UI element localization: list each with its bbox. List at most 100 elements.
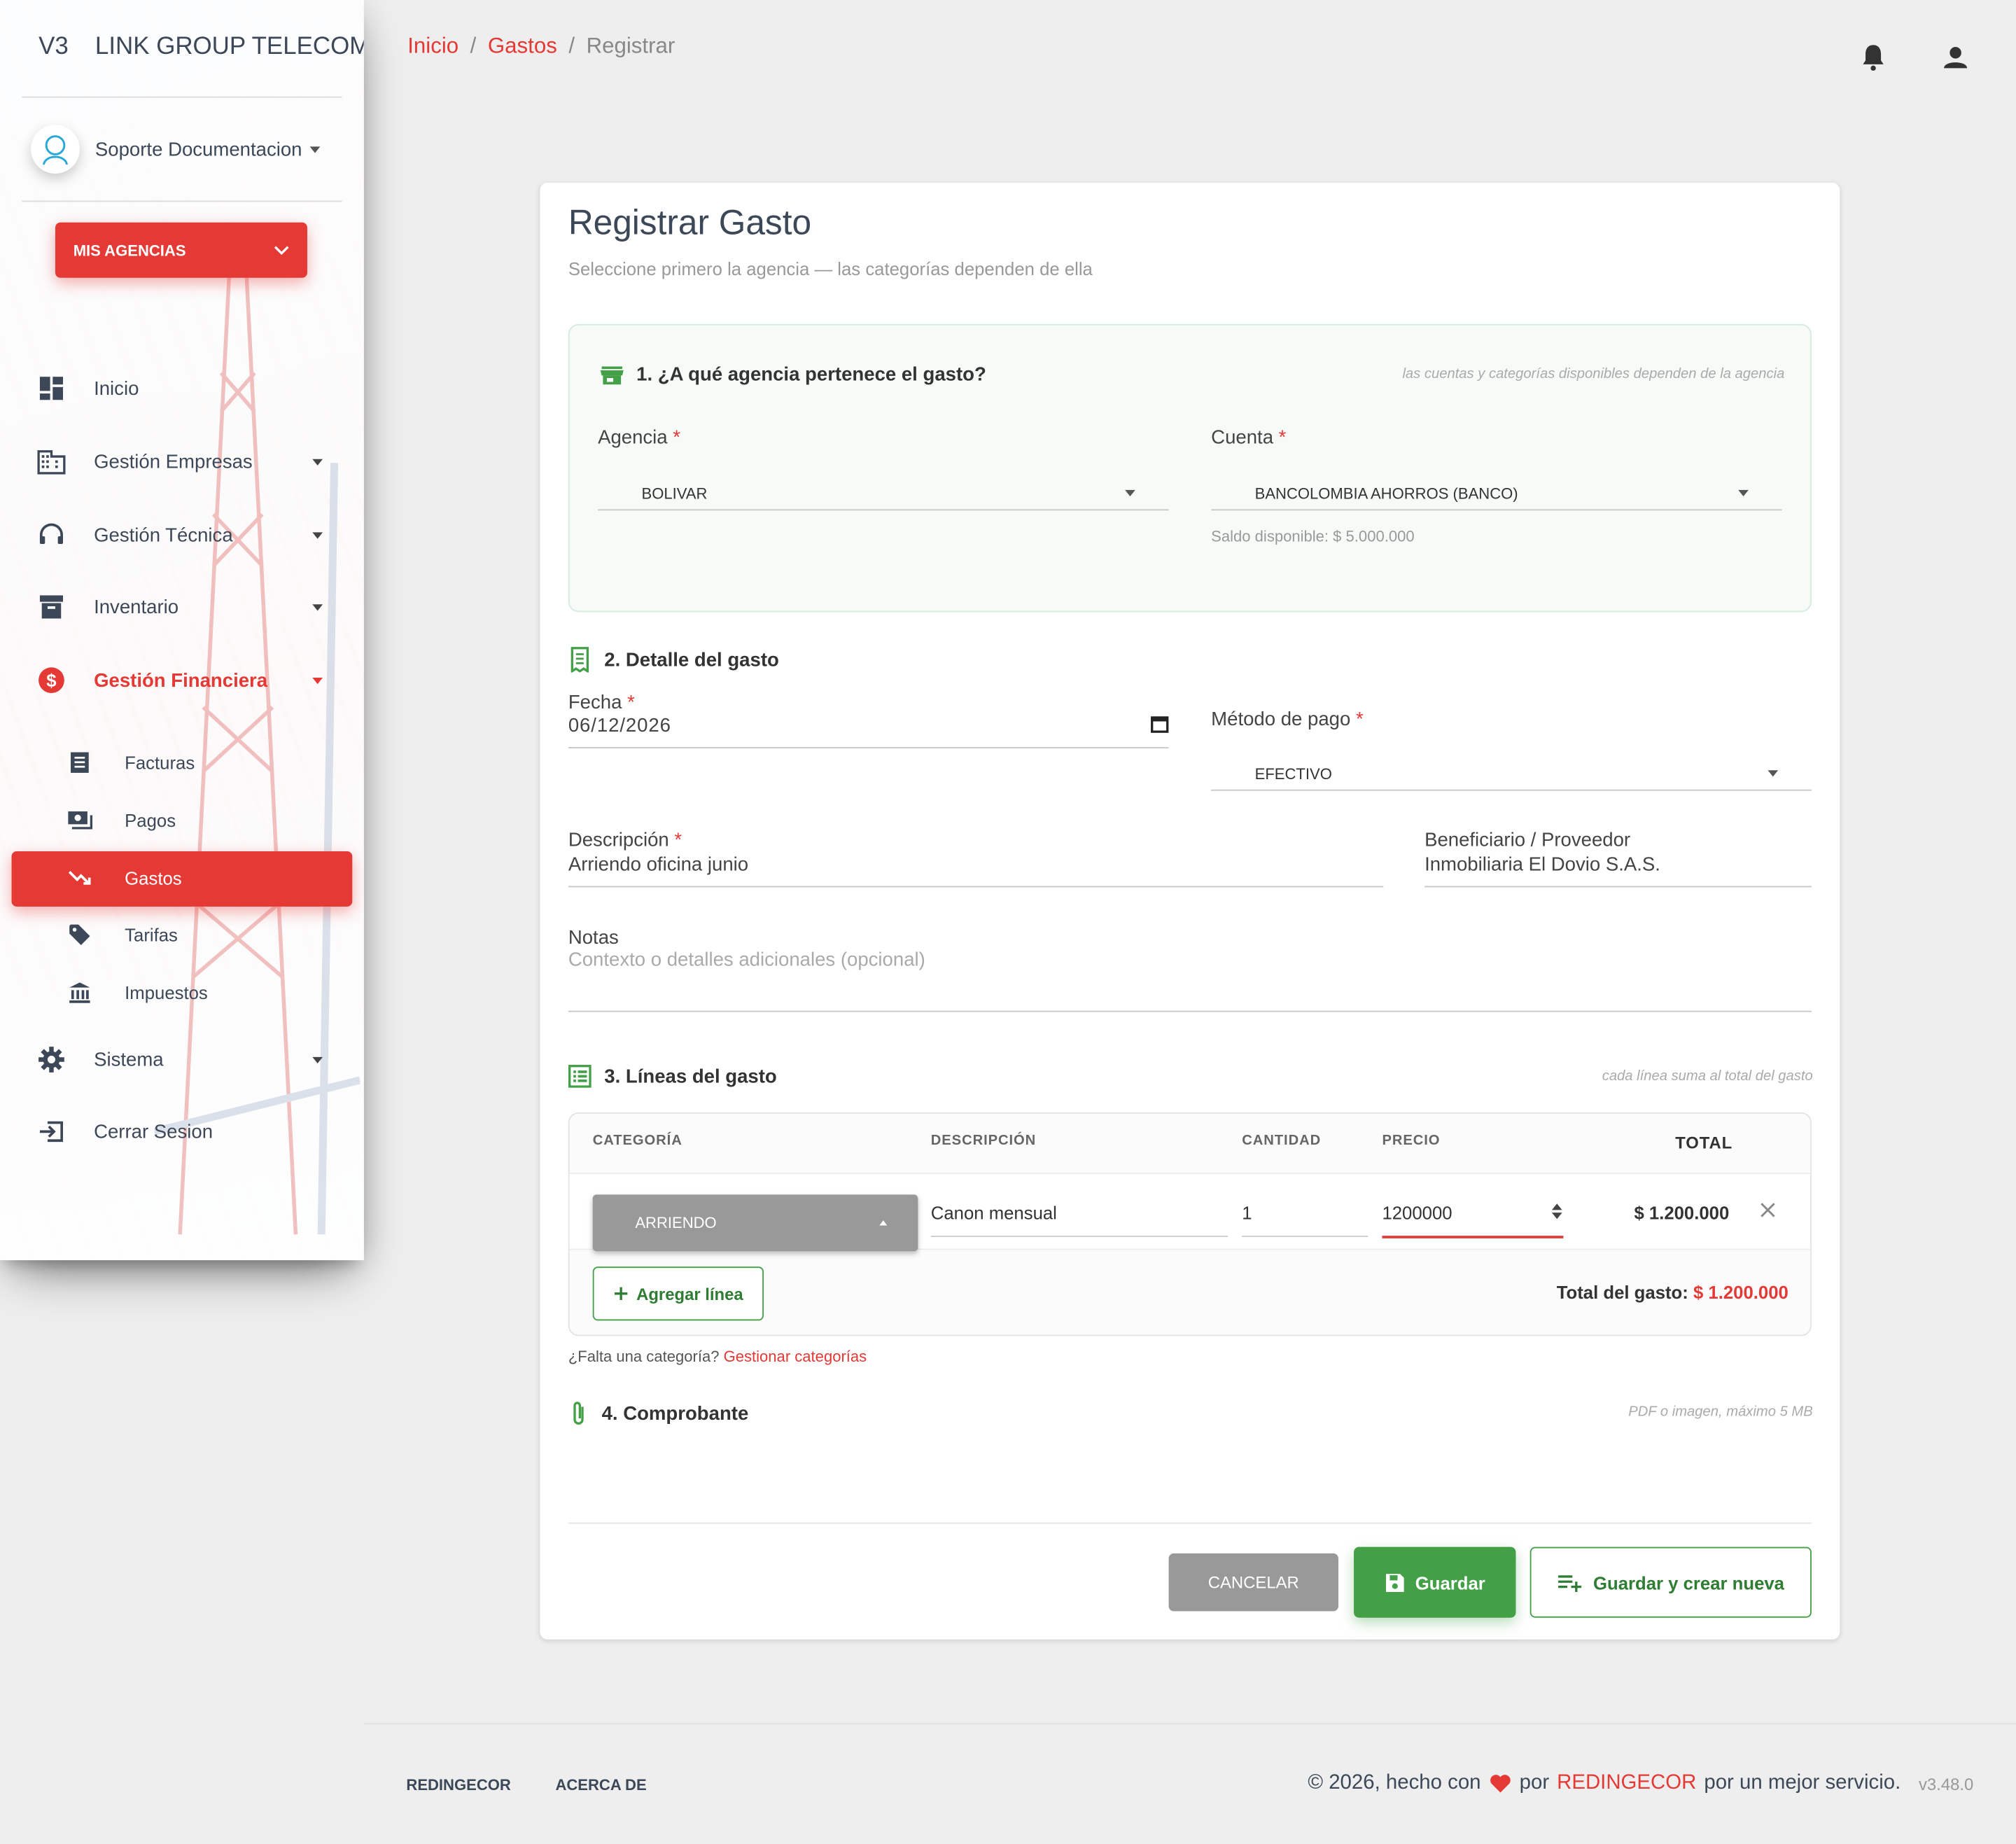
required-mark: * bbox=[627, 692, 635, 714]
payment-method-select[interactable]: EFECTIVO bbox=[1211, 757, 1812, 791]
date-input[interactable]: 06/12/2026 bbox=[568, 715, 1169, 749]
account-select-value: BANCOLOMBIA AHORROS (BANCO) bbox=[1254, 484, 1518, 503]
app-version: v3.48.0 bbox=[1918, 1773, 1974, 1794]
required-mark: * bbox=[673, 426, 681, 449]
avatar bbox=[31, 125, 80, 174]
footer-link-redingecor[interactable]: REDINGECOR bbox=[406, 1776, 510, 1794]
expense-lines-table: CATEGORÍA DESCRIPCIÓN CANTIDAD PRECIO TO… bbox=[568, 1112, 1812, 1336]
copyright-by: por bbox=[1519, 1772, 1550, 1794]
plus-icon bbox=[614, 1287, 628, 1301]
detail-section-header: 2. Detalle del gasto bbox=[568, 647, 779, 673]
close-icon[interactable] bbox=[1759, 1201, 1777, 1220]
calendar-icon[interactable] bbox=[1151, 715, 1169, 733]
nav-item-inicio[interactable]: Inicio bbox=[35, 372, 330, 405]
date-label: Fecha * bbox=[568, 692, 635, 713]
nav-item-facturas[interactable]: Facturas bbox=[67, 750, 195, 776]
nav-label: Inicio bbox=[94, 377, 139, 400]
nav-item-sistema[interactable]: Sistema bbox=[35, 1043, 330, 1077]
user-menu[interactable]: Soporte Documentacion bbox=[31, 125, 321, 174]
footer-link-about[interactable]: ACERCA DE bbox=[555, 1776, 646, 1794]
account-label-text: Cuenta bbox=[1211, 426, 1274, 449]
breadcrumb-gastos[interactable]: Gastos bbox=[488, 34, 557, 60]
save-button[interactable]: Guardar bbox=[1354, 1546, 1516, 1618]
line-description-input[interactable]: Canon mensual bbox=[930, 1202, 1228, 1238]
save-and-new-button[interactable]: Guardar y crear nueva bbox=[1530, 1546, 1812, 1618]
person-icon[interactable] bbox=[1942, 43, 1968, 71]
expense-total-value: $ 1.200.000 bbox=[1693, 1282, 1788, 1303]
receipt-icon bbox=[67, 750, 93, 776]
copyright-suffix: por un mejor servicio. bbox=[1704, 1772, 1901, 1794]
number-spinner-icon[interactable] bbox=[1550, 1202, 1563, 1220]
line-quantity-input[interactable]: 1 bbox=[1242, 1202, 1368, 1238]
lines-section-hint: cada línea suma al total del gasto bbox=[1602, 1068, 1813, 1084]
nav-item-impuestos[interactable]: Impuestos bbox=[67, 980, 208, 1006]
chevron-down-icon bbox=[312, 458, 323, 466]
detail-section-title: 2. Detalle del gasto bbox=[604, 648, 779, 671]
manage-categories-link[interactable]: Gestionar categorías bbox=[724, 1348, 867, 1366]
user-avatar-icon bbox=[42, 135, 68, 165]
dollar-icon: $ bbox=[35, 664, 69, 697]
cancel-button[interactable]: CANCELAR bbox=[1168, 1553, 1339, 1612]
agency-select[interactable]: BOLIVAR bbox=[598, 477, 1169, 511]
add-line-button[interactable]: Agregar línea bbox=[592, 1266, 764, 1321]
account-label: Cuenta * bbox=[1211, 427, 1286, 449]
nav-label: Cerrar Sesion bbox=[94, 1120, 214, 1143]
account-select[interactable]: BANCOLOMBIA AHORROS (BANCO) bbox=[1211, 477, 1782, 511]
archive-icon bbox=[35, 590, 69, 624]
notes-textarea[interactable]: Contexto o detalles adicionales (opciona… bbox=[568, 949, 1812, 1012]
payment-method-label-text: Método de pago bbox=[1211, 708, 1351, 731]
agency-section-header: 1. ¿A qué agencia pertenece el gasto? bbox=[600, 364, 986, 386]
breadcrumb-separator: / bbox=[568, 33, 575, 58]
nav-item-gestion-tecnica[interactable]: Gestión Técnica bbox=[35, 518, 330, 552]
receipt-section-hint: PDF o imagen, máximo 5 MB bbox=[1628, 1404, 1813, 1420]
my-agencies-button[interactable]: MIS AGENCIAS bbox=[55, 222, 307, 278]
breadcrumb-home[interactable]: Inicio bbox=[407, 34, 458, 60]
nav-item-gastos[interactable]: Gastos bbox=[67, 865, 182, 891]
chevron-down-icon bbox=[312, 531, 323, 538]
footer-company-link[interactable]: REDINGECOR bbox=[1557, 1772, 1696, 1795]
date-label-text: Fecha bbox=[568, 692, 622, 714]
nav-item-tarifas[interactable]: Tarifas bbox=[67, 922, 178, 948]
svg-text:$: $ bbox=[46, 671, 56, 691]
nav-item-pagos[interactable]: Pagos bbox=[67, 808, 176, 834]
column-header-description: DESCRIPCIÓN bbox=[930, 1133, 1037, 1149]
nav-item-cerrar-sesion[interactable]: Cerrar Sesion bbox=[35, 1115, 330, 1149]
nav-item-gestion-financiera[interactable]: $ Gestión Financiera bbox=[35, 664, 330, 697]
lines-section-title: 3. Líneas del gasto bbox=[604, 1065, 777, 1088]
save-label: Guardar bbox=[1415, 1572, 1485, 1593]
brand[interactable]: V3 LINK GROUP TELECOMUNICACIONES bbox=[38, 34, 364, 62]
logout-icon bbox=[35, 1115, 69, 1149]
line-price-input[interactable]: 1200000 bbox=[1382, 1202, 1564, 1238]
description-label-text: Descripción bbox=[568, 829, 669, 851]
top-icons bbox=[1861, 43, 1968, 71]
nav-label: Gestión Empresas bbox=[94, 450, 253, 473]
nav-item-inventario[interactable]: Inventario bbox=[35, 590, 330, 624]
chevron-up-icon bbox=[879, 1220, 888, 1226]
payment-method-value: EFECTIVO bbox=[1254, 764, 1332, 783]
description-label: Descripción * bbox=[568, 830, 682, 851]
bank-icon bbox=[67, 980, 93, 1006]
nav-label: Tarifas bbox=[125, 924, 178, 946]
nav-label: Pagos bbox=[125, 810, 176, 831]
trending-down-icon bbox=[67, 865, 93, 891]
category-value: ARRIENDO bbox=[635, 1213, 717, 1232]
description-input[interactable]: Arriendo oficina junio bbox=[568, 854, 1384, 888]
column-header-quantity: CANTIDAD bbox=[1242, 1133, 1322, 1149]
breadcrumb-current: Registrar bbox=[586, 33, 676, 58]
line-total: $ 1.200.000 bbox=[1634, 1202, 1730, 1223]
nav-item-gestion-empresas[interactable]: Gestión Empresas bbox=[35, 445, 330, 479]
bell-icon[interactable] bbox=[1861, 43, 1886, 71]
payment-method-label: Método de pago * bbox=[1211, 708, 1364, 730]
my-agencies-label: MIS AGENCIAS bbox=[73, 241, 186, 260]
category-select[interactable]: ARRIENDO bbox=[592, 1194, 918, 1252]
beneficiary-input[interactable]: Inmobiliaria El Dovio S.A.S. bbox=[1424, 854, 1812, 888]
brand-name: LINK GROUP TELECOMUNICACIONES bbox=[94, 33, 364, 61]
agency-label-text: Agencia bbox=[598, 426, 668, 449]
breadcrumb-separator: / bbox=[470, 33, 477, 58]
breadcrumb: Inicio / Gastos / Registrar bbox=[407, 34, 675, 60]
agency-section-hint: las cuentas y categorías disponibles dep… bbox=[1402, 366, 1785, 382]
chevron-down-icon bbox=[274, 245, 289, 255]
save-and-new-label: Guardar y crear nueva bbox=[1592, 1572, 1784, 1593]
nav-label: Impuestos bbox=[125, 982, 208, 1003]
column-header-price: PRECIO bbox=[1382, 1133, 1441, 1149]
